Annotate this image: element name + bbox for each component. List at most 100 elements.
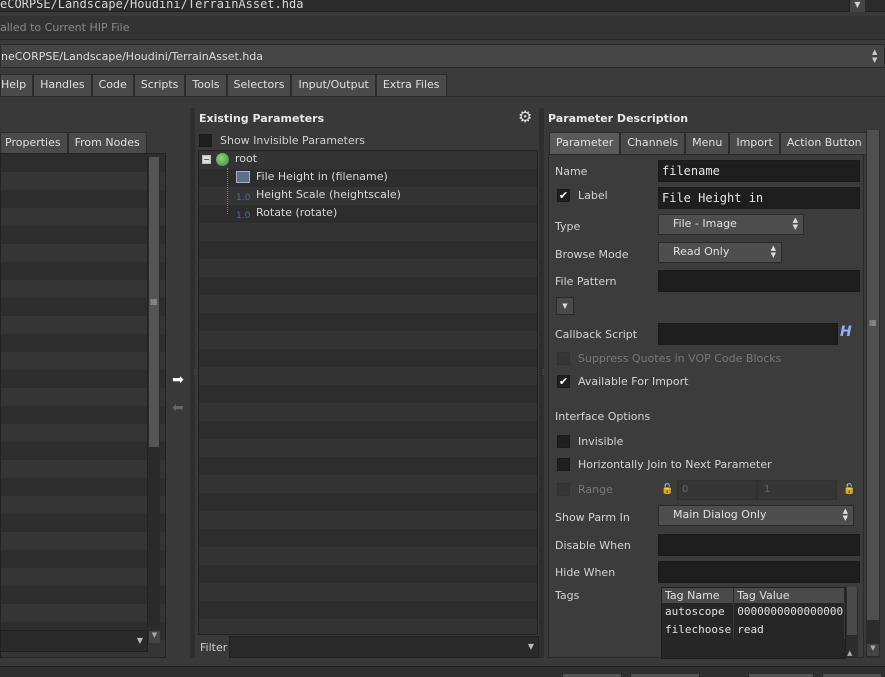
tab-extra-files[interactable]: Extra Files	[375, 74, 447, 96]
disable-when-label: Disable When	[555, 539, 631, 552]
collapse-icon[interactable]: −	[202, 154, 211, 164]
file-pattern-field[interactable]	[658, 270, 860, 292]
checkbox-box[interactable]	[199, 133, 212, 147]
label-checkbox[interactable]: ✔	[557, 189, 570, 202]
left-panel-tabs: Properties From Nodes	[0, 132, 147, 153]
file-pattern-label: File Pattern	[555, 275, 617, 288]
filter-input[interactable]: ▼	[229, 636, 539, 658]
hjoin-checkbox[interactable]	[557, 458, 570, 471]
tags-table-header: Tag Name Tag Value	[662, 588, 845, 603]
tag-value-cell[interactable]: 0000000000000000	[734, 603, 845, 621]
tree-root-node[interactable]: − root	[202, 150, 257, 168]
chevron-down-icon[interactable]: ▼	[528, 642, 534, 651]
install-location-row[interactable]: alled to Current HIP File	[0, 16, 885, 40]
tab-parameter[interactable]: Parameter	[549, 132, 621, 154]
invisible-row[interactable]: Invisible	[557, 435, 623, 448]
type-select[interactable]: File - Image ▲ ▼	[658, 214, 804, 235]
show-parm-select[interactable]: Main Dialog Only ▲ ▼	[658, 505, 854, 526]
panel-splitter-right[interactable]: ⋮	[539, 108, 547, 658]
tag-name-cell[interactable]: filechooser	[662, 621, 735, 639]
tab-import[interactable]: Import	[729, 132, 780, 154]
suppress-quotes-label: Suppress Quotes in VOP Code Blocks	[578, 352, 782, 365]
hda-path-bar[interactable]: eCORPSE/Landscape/Houdini/TerrainAsset.h…	[0, 0, 885, 12]
callback-script-label: Callback Script	[555, 328, 638, 341]
available-import-label: Available For Import	[578, 375, 689, 388]
type-label: Type	[555, 220, 581, 233]
tab-handles[interactable]: Handles	[33, 74, 92, 96]
bottom-button[interactable]	[748, 673, 814, 677]
hjoin-label: Horizontally Join to Next Parameter	[578, 458, 772, 471]
disable-when-field[interactable]	[658, 534, 860, 556]
grip-icon: ▦	[150, 297, 158, 306]
range-checkbox	[557, 483, 570, 496]
range-row: Range	[557, 483, 613, 496]
hda-path-dropdown-icon[interactable]: ▼	[849, 0, 865, 12]
callback-script-field[interactable]	[658, 323, 838, 345]
hda-file-text: neCORPSE/Landscape/Houdini/TerrainAsset.…	[1, 50, 264, 63]
right-scroll-thumb[interactable]	[867, 130, 879, 620]
table-row[interactable]: filechooser read	[662, 621, 845, 639]
file-pattern-menu-icon[interactable]: ▼	[556, 297, 574, 315]
move-left-arrow-icon[interactable]: ⬅	[169, 400, 187, 416]
browse-mode-value: Read Only	[673, 245, 730, 258]
move-right-arrow-icon[interactable]: ➡	[169, 372, 187, 388]
bottom-button[interactable]	[562, 673, 622, 677]
parameter-description-scrollbar[interactable]: ▦ ▼	[866, 130, 880, 658]
tab-tools[interactable]: Tools	[185, 74, 227, 96]
tab-code[interactable]: Code	[91, 74, 134, 96]
show-invisible-checkbox[interactable]: Show Invisible Parameters	[199, 132, 365, 148]
left-panel-combo[interactable]: ▼	[0, 630, 148, 652]
bottom-button[interactable]	[630, 673, 700, 677]
tab-channels[interactable]: Channels	[620, 132, 686, 154]
tab-properties[interactable]: Properties	[0, 132, 68, 153]
hda-file-combo[interactable]: neCORPSE/Landscape/Houdini/TerrainAsset.…	[0, 44, 885, 68]
parameter-description-title: Parameter Description	[548, 112, 689, 125]
invisible-checkbox[interactable]	[557, 435, 570, 448]
browse-mode-label: Browse Mode	[555, 248, 629, 261]
tab-from-nodes[interactable]: From Nodes	[67, 132, 147, 153]
tags-table[interactable]: Tag Name Tag Value autoscope 00000000000…	[661, 587, 846, 659]
hide-when-field[interactable]	[658, 561, 860, 583]
tab-selectors[interactable]: Selectors	[226, 74, 292, 96]
updown-arrows-icon: ▲ ▼	[792, 216, 798, 231]
bottom-button[interactable]	[822, 673, 882, 677]
tab-help[interactable]: Help	[0, 74, 34, 96]
column-header-tag-name[interactable]: Tag Name	[662, 588, 735, 603]
tab-action-button[interactable]: Action Button	[779, 132, 869, 154]
column-header-tag-value[interactable]: Tag Value	[734, 588, 845, 603]
existing-parameters-title: Existing Parameters	[199, 112, 325, 125]
tags-scroll-thumb[interactable]	[847, 587, 857, 635]
table-row[interactable]: autoscope 0000000000000000	[662, 603, 845, 621]
tags-scrollbar[interactable]: ▲	[846, 587, 858, 657]
suppress-quotes-checkbox	[557, 352, 570, 365]
label-checkbox-row[interactable]: ✔ Label	[557, 189, 608, 202]
scroll-down-icon[interactable]: ▼	[149, 631, 160, 643]
tree-item-label: File Height in (filename)	[256, 170, 388, 183]
left-parameter-list[interactable]	[0, 153, 166, 658]
tab-menu[interactable]: Menu	[685, 132, 730, 154]
tab-input-output[interactable]: Input/Output	[291, 74, 376, 96]
show-parm-label: Show Parm In	[555, 511, 630, 524]
install-location-text: alled to Current HIP File	[0, 21, 130, 34]
browse-mode-select[interactable]: Read Only ▲ ▼	[658, 242, 782, 263]
script-language-icon[interactable]: H	[840, 324, 852, 340]
tag-value-cell[interactable]: read	[734, 621, 845, 639]
hjoin-row[interactable]: Horizontally Join to Next Parameter	[557, 458, 772, 471]
left-list-scrollbar[interactable]: ▦ ▼	[147, 157, 160, 643]
tree-item-heightscale[interactable]: 1.0 Height Scale (heightscale)	[236, 186, 401, 204]
tab-scripts[interactable]: Scripts	[133, 74, 186, 96]
name-field[interactable]: filename	[658, 160, 860, 182]
panel-splitter-left[interactable]: ⋮	[190, 108, 198, 658]
label-field[interactable]: File Height in	[658, 187, 860, 209]
existing-parameters-tree[interactable]	[198, 150, 538, 635]
tree-item-filename[interactable]: File Height in (filename)	[236, 168, 388, 186]
tag-name-cell[interactable]: autoscope	[662, 603, 735, 621]
available-import-checkbox[interactable]: ✔	[557, 375, 570, 388]
scroll-down-icon[interactable]: ▼	[867, 644, 879, 656]
tree-item-label: Rotate (rotate)	[256, 206, 338, 219]
available-import-row[interactable]: ✔ Available For Import	[557, 375, 688, 388]
splitter-grip-icon: ⋮	[191, 368, 198, 376]
gear-icon[interactable]: ⚙	[518, 108, 536, 126]
scroll-up-icon[interactable]: ▲	[847, 649, 852, 657]
tree-item-rotate[interactable]: 1.0 Rotate (rotate)	[236, 204, 337, 222]
